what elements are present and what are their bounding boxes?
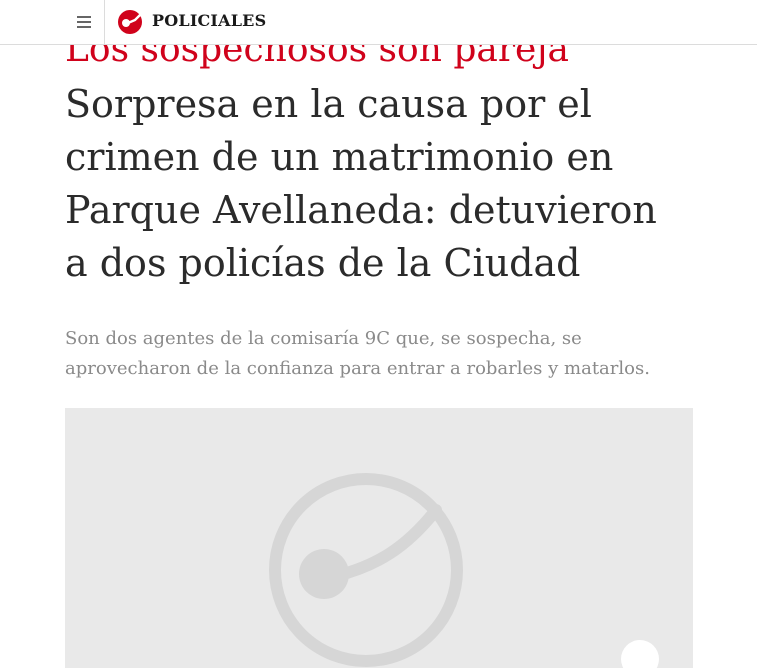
article-summary: Son dos agentes de la comisaría 9C que, … [65, 328, 650, 379]
article-header: Los sospechosos son pareja Sorpresa en l… [65, 28, 695, 384]
hamburger-menu-icon [77, 13, 91, 31]
image-expand-button[interactable] [621, 640, 659, 668]
article-headline: Sorpresa en la causa por el crimen de un… [65, 82, 657, 285]
top-navigation-bar: POLICIALES [0, 0, 757, 45]
image-placeholder-logo-icon [269, 473, 463, 667]
menu-button[interactable] [64, 0, 105, 44]
section-link[interactable]: POLICIALES [152, 11, 266, 30]
brand-logo-icon [118, 10, 142, 34]
article-main-image[interactable] [65, 408, 693, 668]
brand-logo[interactable] [116, 8, 144, 36]
